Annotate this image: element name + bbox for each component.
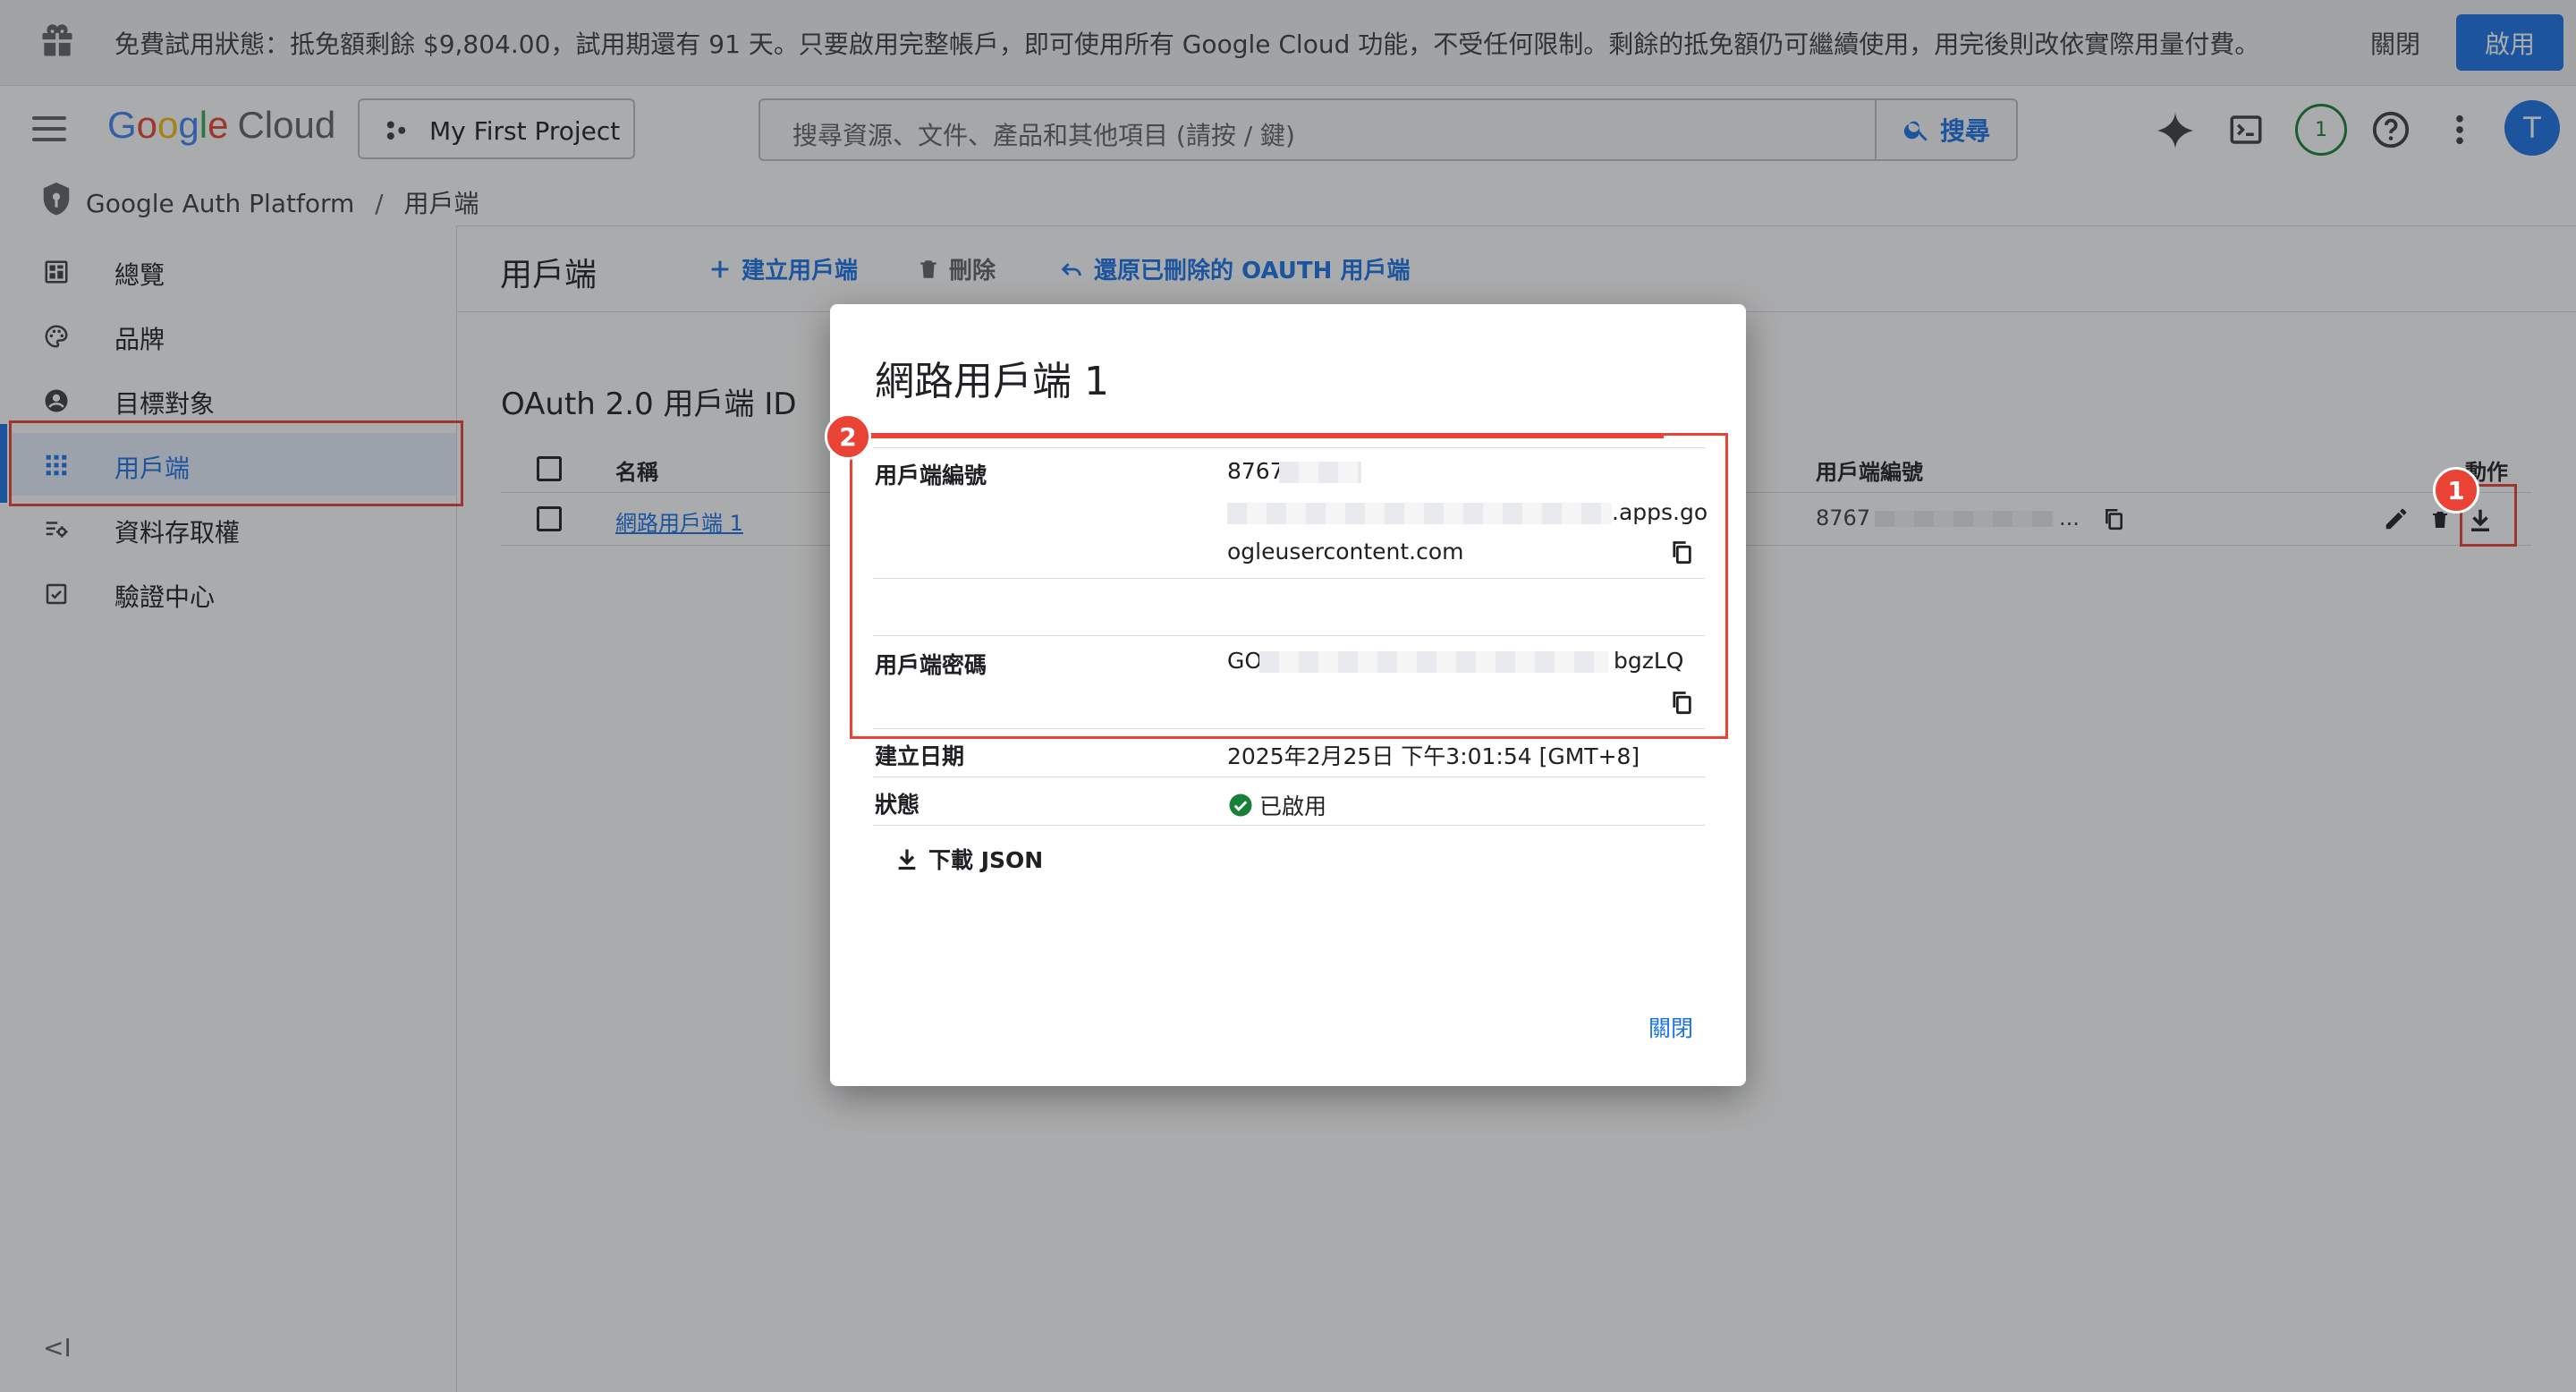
download-icon xyxy=(894,845,919,872)
callout-badge-1: 1 xyxy=(2433,467,2479,514)
credentials-highlight-box xyxy=(850,433,1728,739)
status-label: 狀態 xyxy=(875,792,920,818)
divider xyxy=(873,825,1705,826)
download-json-button[interactable]: 下載 JSON xyxy=(894,843,1043,875)
dialog-title: 網路用戶端 1 xyxy=(875,359,1109,404)
callout-badge-2: 2 xyxy=(825,413,871,460)
status-badge: 已啟用 xyxy=(1227,789,1326,821)
dialog-close-button[interactable]: 關閉 xyxy=(1648,1011,1693,1043)
created-date-value: 2025年2月25日 下午3:01:54 [GMT+8] xyxy=(1227,743,1640,769)
check-circle-icon xyxy=(1227,792,1254,819)
created-date-label: 建立日期 xyxy=(875,743,965,769)
